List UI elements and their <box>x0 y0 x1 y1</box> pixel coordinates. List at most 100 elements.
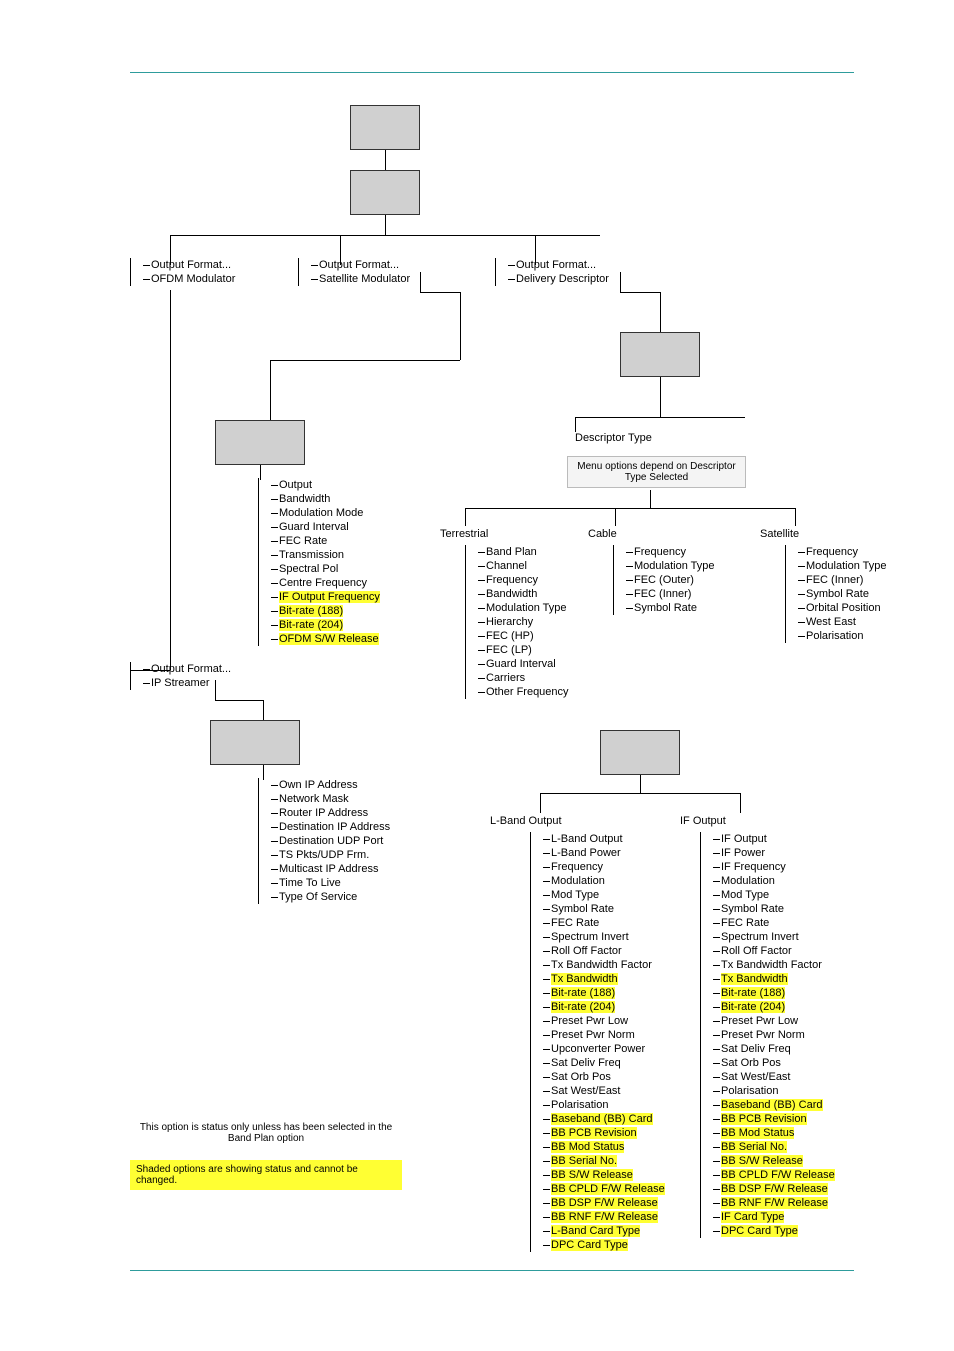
item-label: Tx Bandwidth Factor <box>721 959 822 971</box>
list-item: FEC (Inner) <box>798 573 887 587</box>
item-label: IF Frequency <box>721 861 786 873</box>
box-ip-sub <box>210 720 300 765</box>
list-item: BB Mod Status <box>713 1126 835 1140</box>
list-item: Bit-rate (204) <box>713 1000 835 1014</box>
item-label: Polarisation <box>806 630 863 642</box>
satmod-list: OutputBandwidthModulation ModeGuard Inte… <box>258 478 380 646</box>
item-label: BB S/W Release <box>551 1169 633 1181</box>
item-label: BB Serial No. <box>551 1155 617 1167</box>
col-cable-title: Cable <box>588 528 617 540</box>
item-label: Bit-rate (188) <box>279 605 343 617</box>
list-item: IF Power <box>713 846 835 860</box>
list-item: Carriers <box>478 671 569 685</box>
item-label: Multicast IP Address <box>279 863 378 875</box>
list-item: Symbol Rate <box>798 587 887 601</box>
item-label: Guard Interval <box>279 521 349 533</box>
item-label: BB RNF F/W Release <box>721 1197 828 1209</box>
item-label: Tx Bandwidth <box>721 973 788 985</box>
item-label: Centre Frequency <box>279 577 367 589</box>
list-item: BB Mod Status <box>543 1140 665 1154</box>
item-label: BB PCB Revision <box>721 1113 807 1125</box>
item-label: BB RNF F/W Release <box>551 1211 658 1223</box>
item-label: Symbol Rate <box>551 903 614 915</box>
list-item: Channel <box>478 559 569 573</box>
list-item: FEC Rate <box>271 534 380 548</box>
label: Output Format... <box>151 663 231 675</box>
item-label: Preset Pwr Norm <box>721 1029 805 1041</box>
list-item: L-Band Power <box>543 846 665 860</box>
list-item: Frequency <box>798 545 887 559</box>
list-item: Guard Interval <box>478 657 569 671</box>
node-satmod: Output Format... Satellite Modulator <box>298 258 410 286</box>
item-label: Sat West/East <box>721 1071 791 1083</box>
item-label: Type Of Service <box>279 891 357 903</box>
list-item: Network Mask <box>271 792 390 806</box>
list-item: BB Serial No. <box>713 1140 835 1154</box>
item-label: Network Mask <box>279 793 349 805</box>
list-item: FEC Rate <box>713 916 835 930</box>
legend-text: Shaded options are showing status and ca… <box>136 1164 358 1186</box>
item-label: L-Band Output <box>551 833 623 845</box>
list-item: IF Output Frequency <box>271 590 380 604</box>
item-label: Bandwidth <box>279 493 330 505</box>
item-label: Frequency <box>551 861 603 873</box>
list-item: Time To Live <box>271 876 390 890</box>
item-label: BB Mod Status <box>721 1127 794 1139</box>
list-item: Tx Bandwidth <box>713 972 835 986</box>
descriptor-type-label: Descriptor Type <box>575 432 652 444</box>
label: Satellite Modulator <box>319 273 410 285</box>
list-item: Frequency <box>543 860 665 874</box>
item-label: IF Card Type <box>721 1211 784 1223</box>
list-item: Baseband (BB) Card <box>713 1098 835 1112</box>
item-label: BB PCB Revision <box>551 1127 637 1139</box>
item-label: BB Serial No. <box>721 1141 787 1153</box>
box-deliv-sub <box>620 332 700 377</box>
item-label: Baseband (BB) Card <box>551 1113 653 1125</box>
item-label: Roll Off Factor <box>551 945 622 957</box>
list-item: Bit-rate (188) <box>543 986 665 1000</box>
item-label: IF Output Frequency <box>279 591 380 603</box>
box-root-2 <box>350 170 420 215</box>
item-label: Orbital Position <box>806 602 881 614</box>
item-label: FEC Rate <box>551 917 599 929</box>
connector <box>215 680 216 700</box>
item-label: Mod Type <box>551 889 599 901</box>
box-root-1 <box>350 105 420 150</box>
item-label: Bandwidth <box>486 588 537 600</box>
connector <box>650 490 651 508</box>
list-item: Tx Bandwidth <box>543 972 665 986</box>
item-label: Modulation Mode <box>279 507 363 519</box>
item-label: Carriers <box>486 672 525 684</box>
item-label: Destination IP Address <box>279 821 390 833</box>
list-item: Mod Type <box>543 888 665 902</box>
list-item: TS Pkts/UDP Frm. <box>271 848 390 862</box>
list-item: Bit-rate (204) <box>543 1000 665 1014</box>
item-label: Modulation <box>551 875 605 887</box>
item-label: Polarisation <box>551 1099 608 1111</box>
item-label: FEC (Inner) <box>634 588 691 600</box>
item-label: BB Mod Status <box>551 1141 624 1153</box>
item-label: Bit-rate (188) <box>721 987 785 999</box>
item-label: Spectral Pol <box>279 563 338 575</box>
list-item: Bit-rate (188) <box>271 604 380 618</box>
list-item: BB CPLD F/W Release <box>713 1168 835 1182</box>
item-label: Own IP Address <box>279 779 358 791</box>
list-item: Sat West/East <box>713 1070 835 1084</box>
item-label: Preset Pwr Low <box>551 1015 628 1027</box>
connector <box>660 292 661 332</box>
connector <box>215 700 263 701</box>
if-title: IF Output <box>680 815 726 827</box>
item-label: Tx Bandwidth Factor <box>551 959 652 971</box>
connector <box>795 508 796 526</box>
list-item: Modulation Type <box>798 559 887 573</box>
list-item: Symbol Rate <box>713 902 835 916</box>
list-item: Router IP Address <box>271 806 390 820</box>
list-item: DPC Card Type <box>543 1238 665 1252</box>
list-item: Other Frequency <box>478 685 569 699</box>
connector <box>263 700 264 720</box>
list-item: L-Band Output <box>543 832 665 846</box>
item-label: Bit-rate (204) <box>279 619 343 631</box>
lband-title: L-Band Output <box>490 815 562 827</box>
item-label: FEC (Outer) <box>634 574 694 586</box>
item-label: BB DSP F/W Release <box>551 1197 658 1209</box>
